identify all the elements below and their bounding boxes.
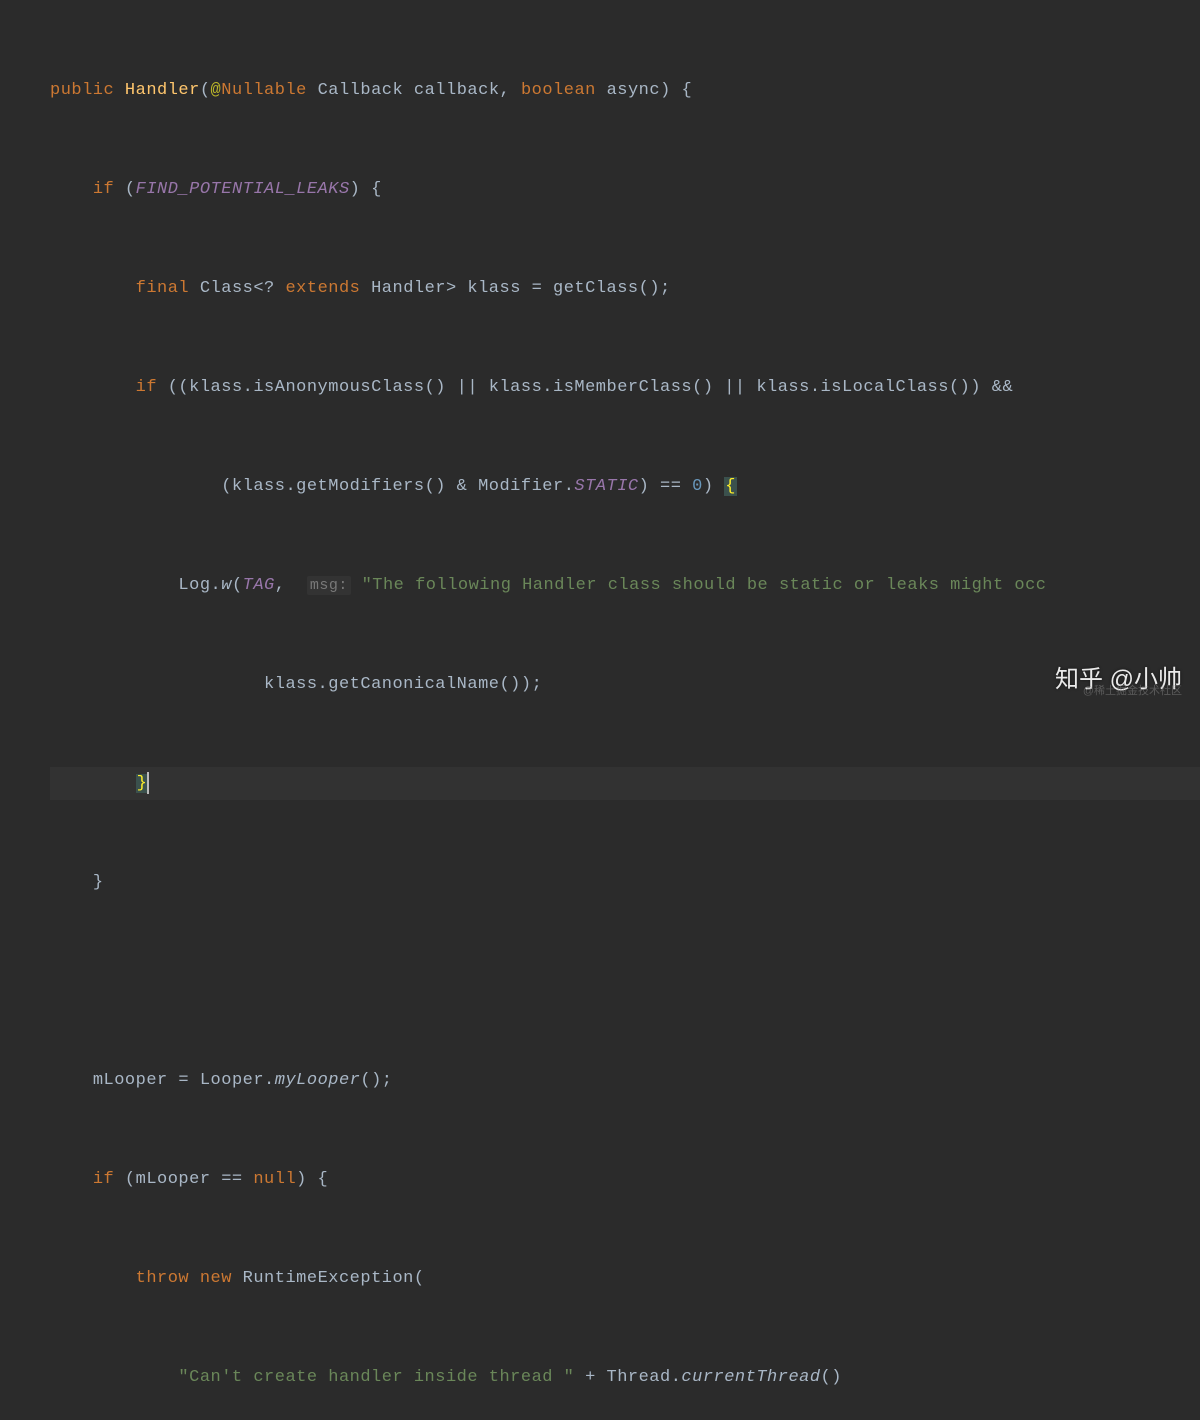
code-text: RuntimeException( (232, 1269, 425, 1288)
keyword-public: public (50, 81, 114, 100)
comma: , (500, 81, 521, 100)
keyword-final: final (136, 279, 190, 298)
keyword-if: if (136, 378, 157, 397)
constant-tag: TAG (243, 576, 275, 595)
caret-icon (147, 772, 149, 794)
code-line[interactable]: throw new RuntimeException( (50, 1262, 1200, 1295)
number-literal: 0 (692, 477, 703, 496)
code-line[interactable]: final Class<? extends Handler> klass = g… (50, 272, 1200, 305)
code-text: () (821, 1368, 842, 1387)
paren: ) (350, 180, 361, 199)
field: mLooper (93, 1071, 168, 1090)
string-literal: "The following Handler class should be s… (362, 576, 1047, 595)
string-literal: "Can't create handler inside thread " (178, 1368, 574, 1387)
constant: FIND_POTENTIAL_LEAKS (136, 180, 350, 199)
keyword-throw: throw new (136, 1269, 232, 1288)
method-call: w (221, 576, 232, 595)
type: Callback (318, 81, 404, 100)
code-text: = Looper. (168, 1071, 275, 1090)
keyword-boolean: boolean (521, 81, 596, 100)
comma: , (275, 576, 307, 595)
code-text: klass.getCanonicalName()); (264, 675, 542, 694)
code-text: Log. (178, 576, 221, 595)
annotation-nullable: Nullable (221, 81, 307, 100)
code-line[interactable]: if (FIND_POTENTIAL_LEAKS) { (50, 173, 1200, 206)
method-call: currentThread (681, 1368, 820, 1387)
code-text: (klass.getModifiers() & Modifier. (221, 477, 574, 496)
code-line-current[interactable]: } (50, 767, 1200, 800)
space (351, 576, 362, 595)
paren: ( (232, 576, 243, 595)
code-line[interactable]: "Can't create handler inside thread " + … (50, 1361, 1200, 1394)
code-editor[interactable]: public Handler(@Nullable Callback callba… (0, 0, 1200, 1420)
method-name: Handler (125, 81, 200, 100)
keyword-extends: extends (285, 279, 360, 298)
watermark-sub: @稀土掘金技术社区 (1083, 675, 1182, 708)
paren: ( (114, 180, 135, 199)
code-line[interactable]: (klass.getModifiers() & Modifier.STATIC)… (50, 470, 1200, 503)
keyword-if: if (93, 180, 114, 199)
code-line[interactable]: if ((klass.isAnonymousClass() || klass.i… (50, 371, 1200, 404)
param: callback (414, 81, 500, 100)
code-line[interactable] (50, 965, 1200, 998)
brace: { (671, 81, 692, 100)
paren: ) (660, 81, 671, 100)
paren: ( (200, 81, 211, 100)
keyword-if: if (93, 1170, 114, 1189)
type: Class<? (189, 279, 285, 298)
code-text: (); (360, 1071, 392, 1090)
code-line[interactable]: if (mLooper == null) { (50, 1163, 1200, 1196)
code-line[interactable]: Log.w(TAG, msg: "The following Handler c… (50, 569, 1200, 602)
code-text: ((klass.isAnonymousClass() || klass.isMe… (157, 378, 1013, 397)
method-call: myLooper (275, 1071, 361, 1090)
code-line[interactable]: public Handler(@Nullable Callback callba… (50, 74, 1200, 107)
code-text: + Thread. (574, 1368, 681, 1387)
static-field: STATIC (574, 477, 638, 496)
param: async (607, 81, 661, 100)
brace: { (360, 180, 381, 199)
keyword-null: null (253, 1170, 296, 1189)
code-text: (mLooper == (114, 1170, 253, 1189)
annotation-at: @ (211, 81, 222, 100)
code-line[interactable]: mLooper = Looper.myLooper(); (50, 1064, 1200, 1097)
code-text: Handler> klass = getClass(); (360, 279, 670, 298)
brace: } (93, 873, 104, 892)
code-text: ) (703, 477, 724, 496)
parameter-hint: msg: (307, 576, 351, 595)
code-line[interactable]: } (50, 866, 1200, 899)
brace-match-open: { (724, 477, 737, 496)
current-line-highlight (50, 767, 1200, 800)
code-text: ) == (639, 477, 693, 496)
code-line[interactable]: klass.getCanonicalName()); (50, 668, 1200, 701)
code-text: ) { (296, 1170, 328, 1189)
